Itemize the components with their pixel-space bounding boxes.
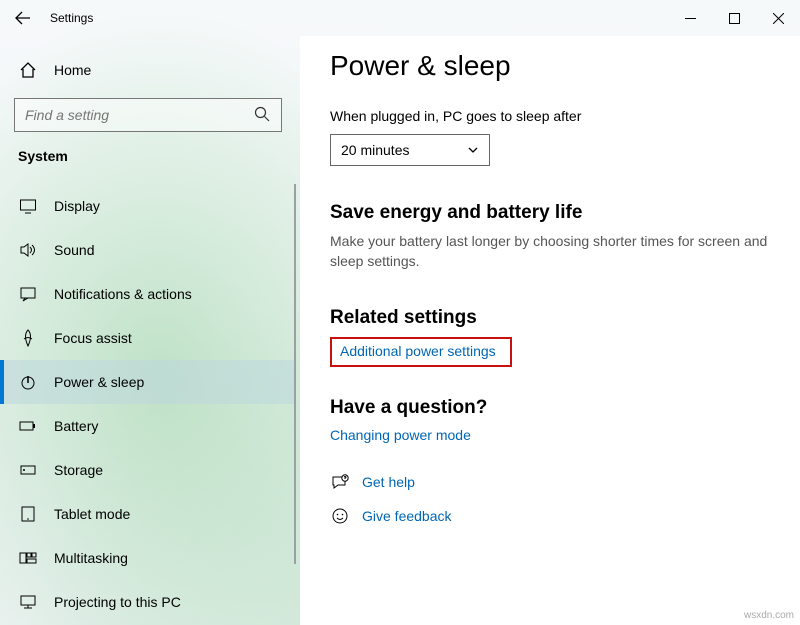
nav-item-projecting[interactable]: Projecting to this PC: [0, 580, 296, 624]
help-links: Get help Give feedback: [330, 467, 800, 531]
search-icon: [254, 106, 272, 124]
search-input[interactable]: [14, 98, 282, 132]
notifications-icon: [18, 284, 38, 304]
related-heading: Related settings: [330, 307, 770, 329]
sleep-label: When plugged in, PC goes to sleep after: [330, 108, 770, 124]
projecting-icon: [18, 592, 38, 612]
nav-label: Focus assist: [54, 330, 132, 346]
question-section: Have a question? Changing power mode: [330, 397, 770, 443]
battery-icon: [18, 416, 38, 436]
display-icon: [18, 196, 38, 216]
home-link[interactable]: Home: [0, 50, 296, 90]
nav-list: Display Sound Notifications & actions Fo…: [0, 184, 296, 624]
close-icon: [773, 13, 784, 24]
multitasking-icon: [18, 548, 38, 568]
sleep-section: When plugged in, PC goes to sleep after …: [330, 108, 770, 166]
watermark: wsxdn.com: [744, 610, 794, 621]
nav-label: Notifications & actions: [54, 286, 192, 302]
give-feedback-link: Give feedback: [362, 508, 452, 524]
arrow-left-icon: [15, 10, 31, 26]
nav-label: Power & sleep: [54, 374, 144, 390]
give-feedback-row[interactable]: Give feedback: [330, 501, 800, 531]
sleep-dropdown[interactable]: 20 minutes: [330, 134, 490, 166]
changing-power-mode-link[interactable]: Changing power mode: [330, 427, 471, 443]
energy-section: Save energy and battery life Make your b…: [330, 202, 770, 271]
nav-label: Display: [54, 198, 100, 214]
back-button[interactable]: [0, 0, 46, 36]
nav-item-display[interactable]: Display: [0, 184, 296, 228]
get-help-icon: [330, 473, 350, 491]
sleep-dropdown-value: 20 minutes: [341, 142, 409, 158]
nav-item-storage[interactable]: Storage: [0, 448, 296, 492]
home-label: Home: [54, 62, 91, 78]
category-label: System: [0, 148, 296, 170]
nav-item-tablet-mode[interactable]: Tablet mode: [0, 492, 296, 536]
nav-label: Projecting to this PC: [54, 594, 181, 610]
nav-label: Tablet mode: [54, 506, 130, 522]
nav-item-battery[interactable]: Battery: [0, 404, 296, 448]
nav-item-multitasking[interactable]: Multitasking: [0, 536, 296, 580]
storage-icon: [18, 460, 38, 480]
search-wrap: [14, 98, 282, 132]
window-controls: [668, 2, 800, 34]
get-help-link: Get help: [362, 474, 415, 490]
sidebar-scrollbar[interactable]: [294, 184, 296, 564]
focus-assist-icon: [18, 328, 38, 348]
question-heading: Have a question?: [330, 397, 770, 419]
energy-heading: Save energy and battery life: [330, 202, 770, 224]
minimize-icon: [685, 13, 696, 24]
tablet-icon: [18, 504, 38, 524]
page-title: Power & sleep: [330, 50, 800, 82]
nav-label: Sound: [54, 242, 94, 258]
nav-item-power-sleep[interactable]: Power & sleep: [0, 360, 296, 404]
highlight-box: Additional power settings: [330, 337, 512, 367]
maximize-icon: [729, 13, 740, 24]
close-button[interactable]: [756, 2, 800, 34]
related-section: Related settings Additional power settin…: [330, 307, 770, 367]
maximize-button[interactable]: [712, 2, 756, 34]
sidebar: Home System Display Sound Notifications …: [0, 36, 296, 625]
get-help-row[interactable]: Get help: [330, 467, 800, 497]
nav-label: Storage: [54, 462, 103, 478]
main-pane: Power & sleep When plugged in, PC goes t…: [300, 36, 800, 625]
nav-label: Multitasking: [54, 550, 128, 566]
sound-icon: [18, 240, 38, 260]
home-icon: [18, 60, 38, 80]
nav-item-notifications[interactable]: Notifications & actions: [0, 272, 296, 316]
nav-item-sound[interactable]: Sound: [0, 228, 296, 272]
feedback-icon: [330, 507, 350, 525]
nav-label: Battery: [54, 418, 98, 434]
minimize-button[interactable]: [668, 2, 712, 34]
titlebar: Settings: [0, 0, 800, 36]
additional-power-settings-link[interactable]: Additional power settings: [340, 343, 496, 359]
power-icon: [18, 372, 38, 392]
window-title: Settings: [46, 11, 93, 25]
chevron-down-icon: [467, 144, 479, 156]
nav-item-focus-assist[interactable]: Focus assist: [0, 316, 296, 360]
energy-desc: Make your battery last longer by choosin…: [330, 232, 770, 271]
